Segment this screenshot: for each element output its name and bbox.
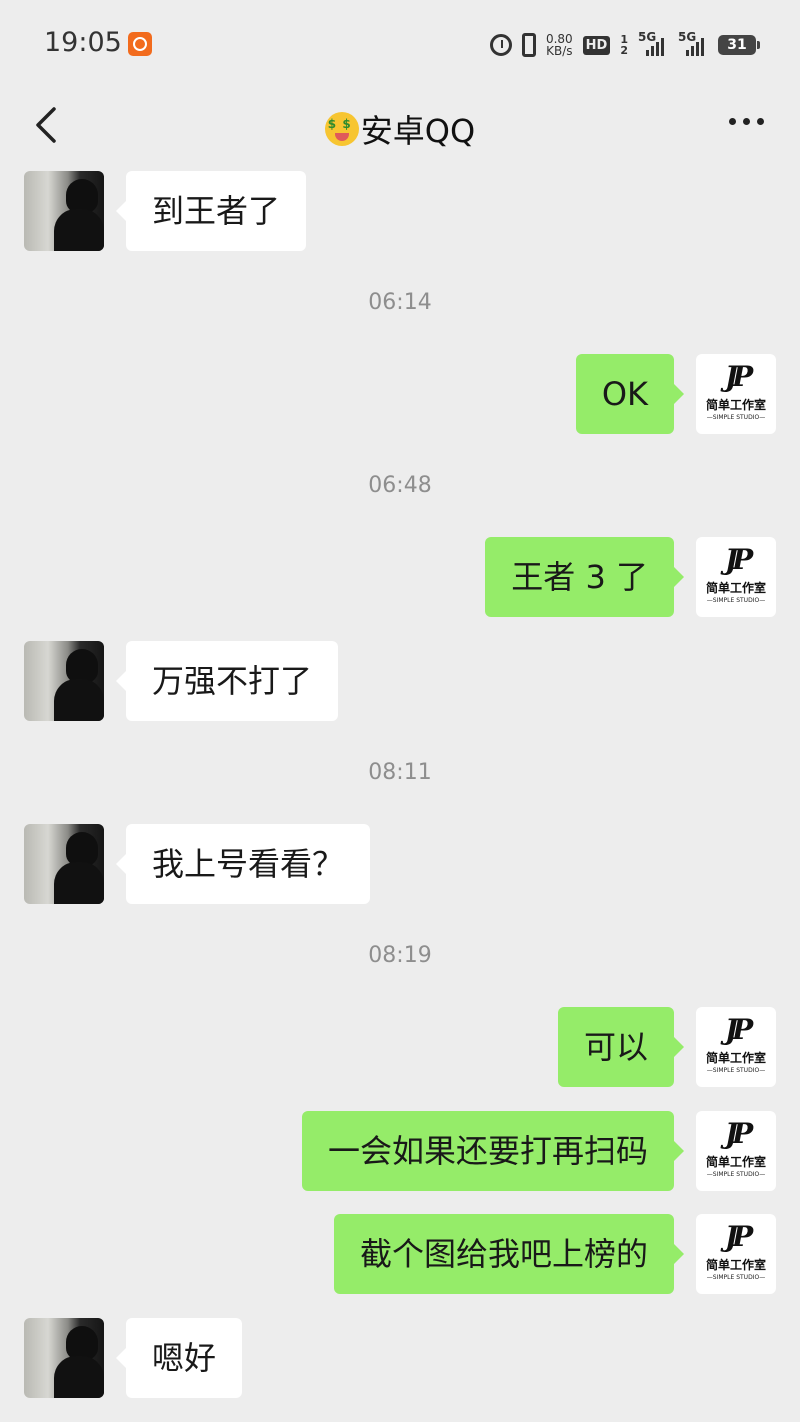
- message-bubble[interactable]: 一会如果还要打再扫码: [301, 1111, 685, 1191]
- system-icons: 0.80 KB/s HD 1 2 5G 5G 31: [489, 30, 760, 60]
- money-mouth-emoji-icon: [324, 112, 359, 146]
- network-speed: 0.80 KB/s: [546, 33, 573, 57]
- battery-icon: 31: [718, 35, 760, 55]
- signal-sim2-icon: 5G: [678, 30, 708, 56]
- network-speed-unit: KB/s: [546, 44, 573, 58]
- studio-logo-mark: JP: [724, 1013, 753, 1046]
- self-avatar[interactable]: JP 简单工作室 —SIMPLE STUDIO—: [696, 1214, 776, 1294]
- message-row: 我上号看看？: [0, 824, 800, 904]
- chat-header: 安卓QQ: [0, 88, 800, 164]
- studio-logo-subtitle: —SIMPLE STUDIO—: [706, 1171, 766, 1178]
- studio-logo-mark: JP: [724, 1220, 753, 1253]
- message-row: JP 简单工作室 —SIMPLE STUDIO— OK: [0, 354, 800, 434]
- studio-logo-name: 简单工作室: [705, 1155, 766, 1169]
- message-row: JP 简单工作室 —SIMPLE STUDIO— 截个图给我吧上榜的: [0, 1214, 800, 1294]
- studio-logo-name: 简单工作室: [705, 1051, 766, 1065]
- chat-title-text: 安卓QQ: [360, 112, 476, 150]
- timestamp: 08:11: [368, 760, 432, 785]
- peer-avatar[interactable]: [24, 641, 104, 721]
- self-avatar[interactable]: JP 简单工作室 —SIMPLE STUDIO—: [696, 537, 776, 617]
- alarm-icon: [489, 34, 512, 56]
- hd-voice-icon: HD: [582, 35, 611, 55]
- studio-logo-mark: JP: [724, 1117, 753, 1150]
- message-bubble[interactable]: 万强不打了: [115, 641, 339, 721]
- studio-logo-name: 简单工作室: [705, 581, 766, 595]
- self-avatar[interactable]: JP 简单工作室 —SIMPLE STUDIO—: [696, 1111, 776, 1191]
- studio-logo-name: 简单工作室: [705, 1258, 766, 1272]
- peer-avatar[interactable]: [24, 171, 104, 251]
- message-bubble[interactable]: 我上号看看？: [115, 824, 371, 904]
- signal-sim1-icon: 5G: [638, 30, 668, 56]
- studio-logo-name: 简单工作室: [705, 398, 766, 412]
- message-row: 到王者了: [0, 171, 800, 251]
- message-bubble[interactable]: 截个图给我吧上榜的: [333, 1214, 685, 1294]
- vibrate-icon: [521, 33, 536, 57]
- sim-index: 1 2: [620, 34, 628, 56]
- studio-logo-subtitle: —SIMPLE STUDIO—: [706, 414, 766, 421]
- chat-title: 安卓QQ: [0, 106, 800, 152]
- sim-index-bottom: 2: [620, 44, 628, 57]
- peer-avatar[interactable]: [24, 824, 104, 904]
- timestamp: 08:19: [368, 943, 432, 968]
- message-bubble[interactable]: 到王者了: [115, 171, 307, 251]
- self-avatar[interactable]: JP 简单工作室 —SIMPLE STUDIO—: [696, 1007, 776, 1087]
- timestamp: 06:14: [368, 290, 432, 315]
- message-bubble[interactable]: 王者 3 了: [485, 537, 684, 617]
- peer-avatar[interactable]: [24, 1318, 104, 1398]
- sim2-network-label: 5G: [678, 30, 697, 44]
- more-options-icon[interactable]: [729, 118, 764, 125]
- studio-logo-subtitle: —SIMPLE STUDIO—: [706, 1274, 766, 1281]
- message-row: JP 简单工作室 —SIMPLE STUDIO— 一会如果还要打再扫码: [0, 1111, 800, 1191]
- timestamp: 06:48: [368, 473, 432, 498]
- sim1-network-label: 5G: [638, 30, 657, 44]
- studio-logo-mark: JP: [724, 543, 753, 576]
- studio-logo-subtitle: —SIMPLE STUDIO—: [706, 597, 766, 604]
- message-bubble[interactable]: 可以: [557, 1007, 685, 1087]
- message-row: JP 简单工作室 —SIMPLE STUDIO— 王者 3 了: [0, 537, 800, 617]
- message-bubble[interactable]: 嗯好: [115, 1318, 243, 1398]
- status-bar: 19:05 0.80 KB/s HD 1 2 5G 5G 31: [0, 0, 800, 88]
- studio-logo-mark: JP: [724, 360, 753, 393]
- self-avatar[interactable]: JP 简单工作室 —SIMPLE STUDIO—: [696, 354, 776, 434]
- message-row: 万强不打了: [0, 641, 800, 721]
- message-row: JP 简单工作室 —SIMPLE STUDIO— 可以: [0, 1007, 800, 1087]
- message-bubble[interactable]: OK: [575, 354, 685, 434]
- app-notification-icon: [128, 32, 152, 56]
- message-row: 嗯好: [0, 1318, 800, 1398]
- studio-logo-subtitle: —SIMPLE STUDIO—: [706, 1067, 766, 1074]
- clock: 19:05: [44, 27, 122, 58]
